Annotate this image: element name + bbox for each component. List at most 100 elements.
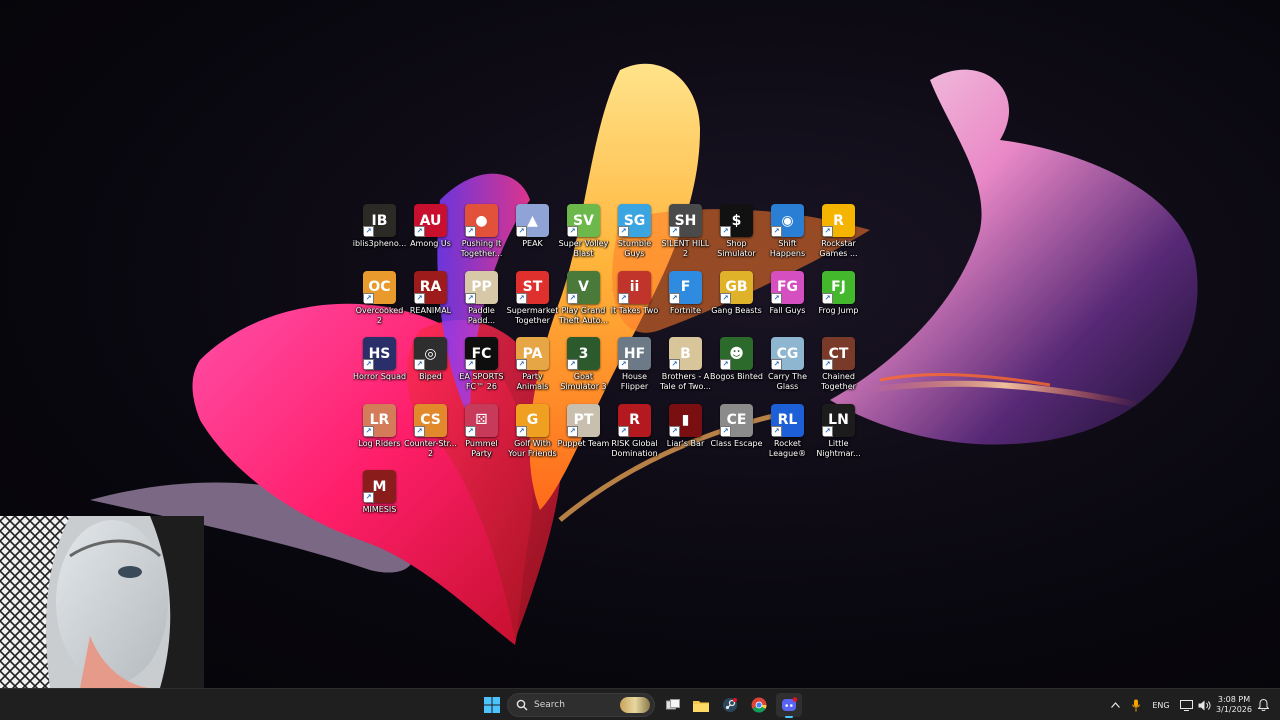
desktop-icon[interactable]: ◉ ↗ Shift Happens (762, 204, 813, 270)
desktop-icon[interactable]: 3 ↗ Goat Simulator 3 (558, 337, 609, 403)
icon-glyph: ◎ (424, 345, 437, 362)
desktop-icon-label: Counter-Str... 2 (404, 438, 457, 458)
discord-icon (782, 697, 797, 711)
network-icon (1179, 699, 1193, 711)
desktop[interactable]: IB ↗ iblis3pheno... AU ↗ Among Us ● ↗ Pushing It… (0, 0, 1280, 688)
desktop-icon-label: Pummel Party (465, 438, 498, 458)
desktop-icon[interactable]: FG ↗ Fall Guys (762, 270, 813, 337)
chained-together-icon: CT ↗ (822, 337, 855, 371)
desktop-icon[interactable]: HS ↗ Horror Squad (352, 337, 407, 403)
desktop-icon[interactable]: F ↗ Fortnite (660, 270, 711, 337)
super-volley-blast-icon: SV ↗ (567, 204, 600, 237)
desktop-icon[interactable]: ◎ ↗ Biped (405, 337, 456, 403)
shortcut-arrow-icon: ↗ (771, 359, 782, 371)
stumble-guys-icon: SG ↗ (618, 204, 651, 237)
file-explorer-button[interactable] (690, 693, 712, 717)
shortcut-arrow-icon: ↗ (822, 292, 833, 304)
shortcut-arrow-icon: ↗ (669, 425, 680, 437)
desktop-icon[interactable]: CG ↗ Carry The Glass (762, 337, 813, 403)
desktop-icon[interactable]: $ ↗ Shop Simulator (711, 204, 762, 270)
task-view-button[interactable] (662, 693, 684, 717)
desktop-icon[interactable]: PP ↗ Paddle Padd... (456, 270, 507, 337)
desktop-icon[interactable]: V ↗ Play Grand Theft Auto... (558, 270, 609, 337)
desktop-icon[interactable]: CS ↗ Counter-Str... 2 (404, 403, 457, 470)
desktop-icon[interactable]: R ↗ Rockstar Games ... (813, 204, 864, 270)
taskbar-search-box[interactable]: Search (507, 693, 655, 717)
shortcut-arrow-icon: ↗ (822, 226, 833, 237)
desktop-icon[interactable]: RL ↗ Rocket League® (762, 403, 813, 470)
pummel-party-icon: ⚄ ↗ (465, 403, 498, 437)
silent-hill-2-icon: SH ↗ (669, 204, 702, 237)
desktop-icon[interactable]: PA ↗ Party Animals (507, 337, 558, 403)
shortcut-arrow-icon: ↗ (516, 226, 527, 237)
desktop-icon[interactable]: SG ↗ Stumble Guys (609, 204, 660, 270)
tray-overflow-button[interactable] (1108, 693, 1122, 717)
language-indicator[interactable]: ENG (1150, 693, 1172, 717)
shortcut-arrow-icon: ↗ (363, 492, 374, 504)
icon-glyph: B (680, 345, 691, 362)
chevron-up-icon (1110, 702, 1120, 708)
desktop-icon[interactable]: LN ↗ Little Nightmar... (813, 403, 864, 470)
desktop-icon[interactable]: G ↗ Golf With Your Friends (507, 403, 558, 470)
start-button[interactable] (480, 693, 504, 717)
desktop-icon-label: Shop Simulator (717, 239, 756, 258)
discord-button[interactable] (776, 693, 802, 718)
shortcut-arrow-icon: ↗ (363, 292, 374, 304)
shortcut-arrow-icon: ↗ (567, 359, 578, 371)
microphone-button[interactable] (1129, 693, 1143, 717)
desktop-icon[interactable]: M ↗ MIMESIS (354, 470, 405, 536)
desktop-icon[interactable]: ii ↗ It Takes Two (609, 270, 660, 337)
shortcut-arrow-icon: ↗ (669, 359, 680, 371)
brothers-icon: B ↗ (669, 337, 702, 371)
biped-icon: ◎ ↗ (414, 337, 447, 371)
shortcut-arrow-icon: ↗ (465, 359, 476, 371)
network-button[interactable] (1178, 693, 1194, 717)
desktop-icon[interactable]: SV ↗ Super Volley Blast (558, 204, 609, 270)
shop-simulator-icon: $ ↗ (720, 204, 753, 237)
desktop-icon[interactable]: FJ ↗ Frog Jump (813, 270, 864, 337)
desktop-icon[interactable]: GB ↗ Gang Beasts (711, 270, 762, 337)
icon-glyph: R (833, 212, 844, 229)
desktop-icon[interactable]: B ↗ Brothers - A Tale of Two... (660, 337, 711, 403)
desktop-icon[interactable]: CT ↗ Chained Together (813, 337, 864, 403)
desktop-icon[interactable]: FC ↗ EA SPORTS FC™ 26 (456, 337, 507, 403)
desktop-icon[interactable]: R ↗ RISK Global Domination (609, 403, 660, 470)
desktop-icon[interactable]: ▮ ↗ Liar's Bar (660, 403, 711, 470)
desktop-icon[interactable]: ☻ ↗ Bogos Binted (710, 337, 763, 403)
shortcut-arrow-icon: ↗ (669, 226, 680, 237)
desktop-icon[interactable]: PT ↗ Puppet Team (558, 403, 609, 470)
desktop-icon-label: PEAK (522, 239, 543, 248)
ea-sports-fc-icon: FC ↗ (465, 337, 498, 371)
desktop-icon[interactable]: AU ↗ Among Us (405, 204, 456, 270)
desktop-icon[interactable]: RA ↗ REANIMAL (405, 270, 456, 337)
chrome-button[interactable] (748, 693, 770, 717)
desktop-icon[interactable]: LR ↗ Log Riders (354, 403, 405, 470)
desktop-icon-label: Carry The Glass (767, 372, 808, 392)
desktop-icon[interactable]: ▲ ↗ PEAK (507, 204, 558, 270)
desktop-icon-label: Chained Together (821, 372, 856, 392)
desktop-icon-label: Little Nightmar... (816, 438, 861, 458)
desktop-icon[interactable]: HF ↗ House Flipper (609, 337, 660, 403)
steam-button[interactable] (719, 693, 741, 717)
shortcut-arrow-icon: ↗ (567, 425, 578, 437)
volume-button[interactable] (1196, 693, 1212, 717)
taskbar: Search ENG 3:08 PM 3/1/2026 (0, 688, 1280, 720)
desktop-icon[interactable]: OC ↗ Overcooked 2 (354, 270, 405, 337)
golf-with-your-friends-icon: G ↗ (516, 403, 549, 437)
folder-icon (693, 700, 709, 712)
desktop-icon[interactable]: ● ↗ Pushing It Together... (456, 204, 507, 270)
shortcut-arrow-icon: ↗ (414, 292, 425, 304)
desktop-icon[interactable]: CE ↗ Class Escape (710, 403, 763, 470)
desktop-icon-grid: IB ↗ iblis3pheno... AU ↗ Among Us ● ↗ Pushing It… (352, 204, 864, 522)
clock-button[interactable]: 3:08 PM 3/1/2026 (1214, 693, 1254, 717)
shortcut-arrow-icon: ↗ (516, 425, 527, 437)
desktop-icon[interactable]: IB ↗ iblis3pheno... (353, 204, 406, 270)
desktop-icon-label: Horror Squad (352, 372, 407, 382)
shortcut-arrow-icon: ↗ (465, 425, 476, 437)
notifications-button[interactable] (1256, 693, 1270, 717)
desktop-icon[interactable]: ST ↗ Supermarket Together (507, 270, 558, 337)
desktop-icon[interactable]: SH ↗ SILENT HILL 2 (660, 204, 711, 270)
icon-glyph: M (372, 478, 387, 495)
desktop-icon[interactable]: ⚄ ↗ Pummel Party (456, 403, 507, 470)
desktop-icon-label: Play Grand Theft Auto... (558, 305, 609, 325)
